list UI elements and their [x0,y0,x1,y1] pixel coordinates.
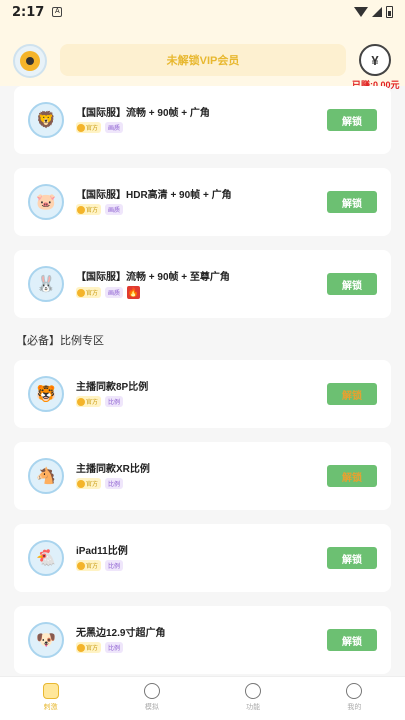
unlock-button[interactable]: 解锁 [327,547,377,569]
avatar[interactable] [13,44,47,78]
official-tag: 官方 [76,287,102,298]
item-title: iPad11比例 [76,546,128,557]
tab-label: 我的 [347,704,362,711]
dog-face-icon: 🐶 [28,622,64,658]
official-tag: 官方 [76,122,102,133]
fire-icon: 🔥 [127,286,141,299]
list-item[interactable]: 🐷 【国际服】HDR高清 + 90帧 + 广角 官方 画质 解锁 [14,168,391,236]
home-icon [42,683,59,699]
badge-icon [77,205,85,214]
item-title: 主播同款8P比例 [76,382,149,393]
tag-group: 官方 比例 [76,642,124,653]
official-tag-label: 官方 [86,564,99,570]
official-tag-label: 官方 [86,482,99,488]
tag-group: 官方 画质 🔥 [76,286,141,299]
unlock-button[interactable]: 解锁 [327,383,377,405]
list-item[interactable]: 🐔 iPad11比例 官方 比例 解锁 [14,524,391,592]
list-item[interactable]: 🐴 主播同款XR比例 官方 比例 解锁 [14,442,391,510]
official-tag: 官方 [76,204,102,215]
wifi-icon [354,7,368,17]
badge-icon [77,123,85,132]
tag-group: 官方 比例 [76,396,124,407]
type-tag: 画质 [105,122,124,133]
battery-icon [386,6,393,18]
badge-icon [77,479,85,488]
official-tag-label: 官方 [86,400,99,406]
list-item[interactable]: 🐰 【国际服】流畅 + 90帧 + 至尊广角 官方 画质 🔥 解锁 [14,250,391,318]
unlock-button[interactable]: 解锁 [327,629,377,651]
status-indicators [354,6,393,18]
signal-icon [372,7,382,17]
vip-banner[interactable]: 未解锁VIP会员 [60,44,346,76]
tab-label: 刺激 [43,704,58,711]
unlock-button[interactable]: 解锁 [327,465,377,487]
user-icon [346,683,363,699]
unlock-button[interactable]: 解锁 [327,109,377,131]
item-title: 主播同款XR比例 [76,464,150,475]
horse-face-icon: 🐴 [28,458,64,494]
bottom-tab-bar: 刺激 模拟 功能 我的 [0,676,405,720]
official-tag-label: 官方 [86,208,99,214]
list-item[interactable]: 🐶 无黑边12.9寸超广角 官方 比例 解锁 [14,606,391,674]
list-item[interactable]: 🐯 主播同款8P比例 官方 比例 解锁 [14,360,391,428]
tab-simulate[interactable]: 模拟 [101,677,202,720]
pig-face-icon: 🐷 [28,184,64,220]
badge-icon [77,288,85,297]
official-tag: 官方 [76,560,102,571]
tab-label: 模拟 [144,704,159,711]
lion-face-icon: 🦁 [28,102,64,138]
content-list[interactable]: 🦁 【国际服】流畅 + 90帧 + 广角 官方 画质 解锁 🐷 【国际服】HDR… [0,86,405,676]
unlock-button[interactable]: 解锁 [327,273,377,295]
tab-functions[interactable]: 功能 [203,677,304,720]
badge-icon [77,643,85,652]
avatar-face-icon [20,51,40,71]
official-tag: 官方 [76,478,102,489]
rabbit-face-icon: 🐰 [28,266,64,302]
tag-group: 官方 比例 [76,560,124,571]
tag-group: 官方 画质 [76,204,124,215]
type-tag: 画质 [105,204,124,215]
official-tag-label: 官方 [86,646,99,652]
tag-group: 官方 比例 [76,478,124,489]
item-title: 【国际服】流畅 + 90帧 + 广角 [76,108,210,119]
item-title: 【国际服】HDR高清 + 90帧 + 广角 [76,190,232,201]
item-title: 【国际服】流畅 + 90帧 + 至尊广角 [76,272,230,283]
status-time: 2:17 [12,4,45,20]
official-tag: 官方 [76,642,102,653]
tab-stimulate[interactable]: 刺激 [0,677,101,720]
badge-icon [77,397,85,406]
rooster-face-icon: 🐔 [28,540,64,576]
list-item[interactable]: 🦁 【国际服】流畅 + 90帧 + 广角 官方 画质 解锁 [14,86,391,154]
badge-check-icon [245,683,262,699]
type-tag: 比例 [105,478,124,489]
tab-mine[interactable]: 我的 [304,677,405,720]
tag-group: 官方 画质 [76,122,124,133]
item-title: 无黑边12.9寸超广角 [76,628,166,639]
badge-icon [77,561,85,570]
type-tag: 画质 [105,287,124,298]
official-tag-label: 官方 [86,291,99,297]
type-tag: 比例 [105,642,124,653]
official-tag: 官方 [76,396,102,407]
type-tag: 比例 [105,396,124,407]
status-bar: 2:17 A [0,0,405,24]
sim-icon: A [52,7,63,17]
type-tag: 比例 [105,560,124,571]
official-tag-label: 官方 [86,126,99,132]
header: 未解锁VIP会员 ¥ 已赚:0.00元 [0,24,405,90]
wallet-icon[interactable]: ¥ [359,44,391,76]
tab-label: 功能 [246,704,261,711]
tiger-face-icon: 🐯 [28,376,64,412]
unlock-button[interactable]: 解锁 [327,191,377,213]
section-title: 【必备】比例专区 [16,335,104,347]
pie-chart-icon [143,683,160,699]
